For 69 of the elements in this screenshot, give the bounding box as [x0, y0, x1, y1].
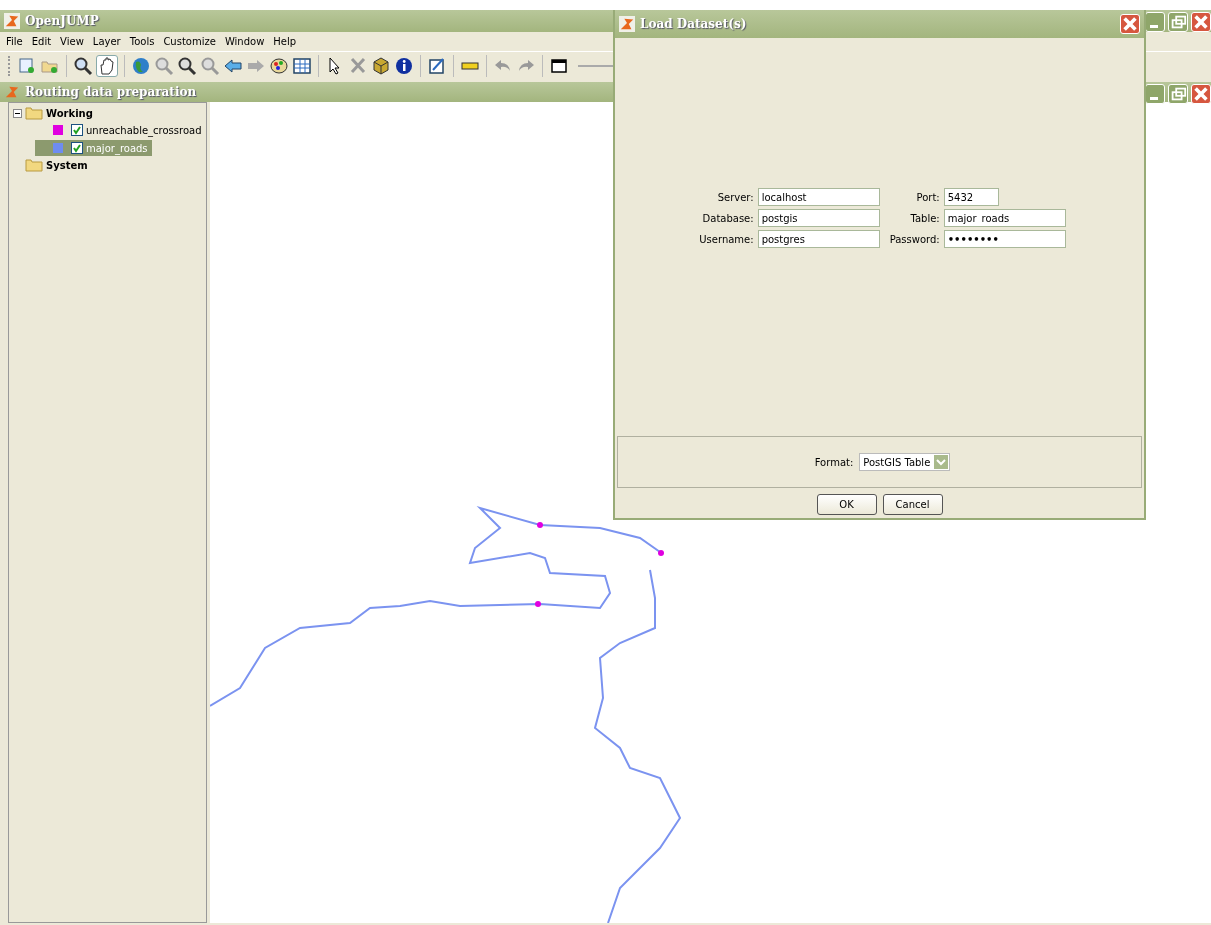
menu-item[interactable]: Help — [273, 36, 297, 47]
menu-item[interactable]: Window — [224, 36, 265, 47]
restore-button[interactable] — [1168, 12, 1188, 32]
category-label[interactable]: Working — [46, 107, 93, 119]
layer-row-highlight[interactable]: unreachable_crossroad — [35, 122, 206, 138]
edit-icon[interactable] — [427, 56, 447, 76]
menu-item[interactable]: Tools — [129, 36, 155, 47]
hand-icon[interactable] — [96, 55, 118, 77]
dialog-button[interactable]: OK — [816, 494, 877, 515]
minimize-button[interactable] — [1145, 12, 1165, 32]
collapse-icon[interactable] — [13, 108, 22, 118]
point-marker — [658, 550, 664, 556]
menu-item[interactable]: Layer — [92, 36, 121, 47]
zoom-icon[interactable] — [73, 56, 93, 76]
field-label: Table: — [909, 212, 940, 224]
close-button[interactable] — [1191, 12, 1211, 32]
window-title: OpenJUMP — [25, 14, 99, 28]
logo-icon — [4, 84, 20, 100]
input-field[interactable]: major_roads — [943, 209, 1066, 227]
field-label: Database: — [701, 212, 754, 224]
menu-item[interactable]: Customize — [163, 36, 216, 47]
category-label[interactable]: System — [46, 159, 88, 171]
restore-button[interactable] — [1168, 84, 1188, 104]
close-icon — [1121, 15, 1139, 33]
close-icon — [1192, 13, 1210, 31]
checkbox[interactable] — [71, 142, 83, 154]
close-button[interactable] — [1120, 14, 1140, 34]
field-label: Server: — [716, 191, 754, 203]
folder-icon — [25, 158, 43, 172]
box-icon[interactable] — [371, 56, 391, 76]
checkbox[interactable] — [71, 124, 83, 136]
frame-title: Routing data preparation — [25, 85, 197, 99]
input-field[interactable]: •••••••• — [943, 230, 1066, 248]
menu-item[interactable]: View — [60, 36, 84, 47]
palette-icon[interactable] — [269, 56, 289, 76]
field-label: Password: — [888, 233, 940, 245]
restore-icon — [1169, 85, 1187, 103]
field-label: Format: — [813, 456, 854, 468]
table-icon[interactable] — [292, 56, 312, 76]
logo-icon — [4, 13, 20, 29]
folder-icon — [25, 106, 43, 120]
dialog-button[interactable]: Cancel — [882, 494, 943, 515]
globe-icon[interactable] — [131, 56, 151, 76]
new-project-icon[interactable] — [17, 56, 37, 76]
caret-icon — [934, 455, 949, 469]
minimize-icon — [1150, 97, 1158, 100]
input-field[interactable]: postgres — [757, 230, 880, 248]
close-button[interactable] — [1191, 84, 1211, 104]
point-marker — [535, 601, 541, 607]
window-icon[interactable] — [549, 56, 569, 76]
minimize-icon — [1150, 25, 1158, 28]
input-field[interactable]: postgis — [757, 209, 880, 227]
minimize-button[interactable] — [1145, 84, 1165, 104]
menu-item[interactable]: Edit — [31, 36, 52, 47]
point-marker — [537, 522, 543, 528]
left-arrow-icon[interactable] — [223, 56, 243, 76]
dialog-title: Load Dataset(s) — [640, 17, 748, 31]
input-field[interactable]: 5432 — [943, 188, 999, 206]
restore-icon — [1169, 13, 1187, 31]
zoom-out-icon[interactable] — [177, 56, 197, 76]
input-field[interactable]: localhost — [757, 188, 880, 206]
field-label: Username: — [698, 233, 754, 245]
layer-name[interactable]: unreachable_crossroad — [86, 124, 202, 136]
close-icon — [1192, 85, 1210, 103]
logo-icon — [619, 16, 635, 32]
menu-item[interactable]: File — [6, 36, 23, 47]
info-icon[interactable] — [394, 56, 414, 76]
format-dropdown[interactable]: PostGIS Table — [859, 453, 951, 471]
field-label: Port: — [915, 191, 940, 203]
